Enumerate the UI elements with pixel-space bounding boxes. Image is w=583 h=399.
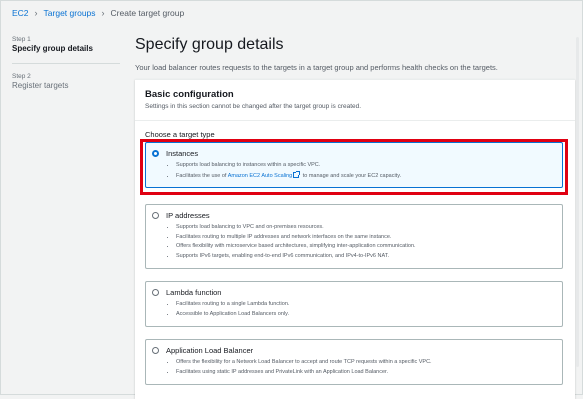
step-title[interactable]: Register targets	[12, 81, 122, 90]
step-title: Specify group details	[12, 44, 93, 53]
wizard-steps: Step 1 Specify group details Step 2 Regi…	[12, 36, 122, 100]
radio-button[interactable]	[152, 212, 159, 219]
breadcrumb-ec2-link[interactable]: EC2	[12, 8, 29, 18]
basic-configuration-panel: Basic configuration Settings in this sec…	[135, 79, 575, 399]
tile-bullets: Offers the flexibility for a Network Loa…	[176, 358, 432, 377]
step-1: Step 1 Specify group details	[12, 36, 122, 53]
step-number: Step 2	[12, 73, 31, 80]
step-divider	[12, 63, 120, 64]
breadcrumb-current: Create target group	[110, 8, 185, 18]
target-type-label: Choose a target type	[145, 130, 215, 139]
console-frame: EC2 › Target groups › Create target grou…	[0, 0, 583, 399]
tile-bullets: Supports load balancing to VPC and on-pr…	[176, 223, 416, 261]
bullet: Facilitates routing to multiple IP addre…	[176, 233, 416, 243]
scrollbar[interactable]	[576, 37, 579, 367]
breadcrumb: EC2 › Target groups › Create target grou…	[12, 8, 184, 18]
annotation-highlight-box	[140, 139, 568, 195]
panel-subtitle: Settings in this section cannot be chang…	[145, 103, 362, 110]
radio-button[interactable]	[152, 347, 159, 354]
bullet: Facilitates routing to a single Lambda f…	[176, 300, 289, 310]
page-description: Your load balancer routes requests to th…	[135, 63, 498, 72]
tile-title: Application Load Balancer	[166, 346, 254, 355]
bullet: Accessible to Application Load Balancers…	[176, 310, 289, 320]
target-type-application-load-balancer[interactable]: Application Load Balancer Offers the fle…	[145, 339, 563, 385]
radio-button[interactable]	[152, 289, 159, 296]
panel-header: Basic configuration Settings in this sec…	[145, 89, 361, 110]
bullet: Supports load balancing to VPC and on-pr…	[176, 223, 416, 233]
breadcrumb-target-groups-link[interactable]: Target groups	[44, 8, 96, 18]
target-type-lambda-function[interactable]: Lambda function Facilitates routing to a…	[145, 281, 563, 327]
bullet: Offers the flexibility for a Network Loa…	[176, 358, 432, 368]
tile-title: IP addresses	[166, 211, 210, 220]
panel-title: Basic configuration	[145, 89, 234, 100]
divider	[135, 120, 575, 121]
step-number: Step 1	[12, 36, 31, 43]
tile-title: Lambda function	[166, 288, 222, 297]
chevron-right-icon: ›	[34, 8, 38, 18]
target-type-ip-addresses[interactable]: IP addresses Supports load balancing to …	[145, 204, 563, 269]
page-title: Specify group details	[135, 36, 284, 53]
chevron-right-icon: ›	[101, 8, 105, 18]
tile-bullets: Facilitates routing to a single Lambda f…	[176, 300, 289, 319]
bullet: Facilitates using static IP addresses an…	[176, 368, 432, 378]
bullet: Offers flexibility with microservice bas…	[176, 242, 416, 252]
main-header: Specify group details Your load balancer…	[135, 36, 575, 72]
bullet: Supports IPv6 targets, enabling end-to-e…	[176, 252, 416, 262]
step-2: Step 2 Register targets	[12, 73, 122, 90]
